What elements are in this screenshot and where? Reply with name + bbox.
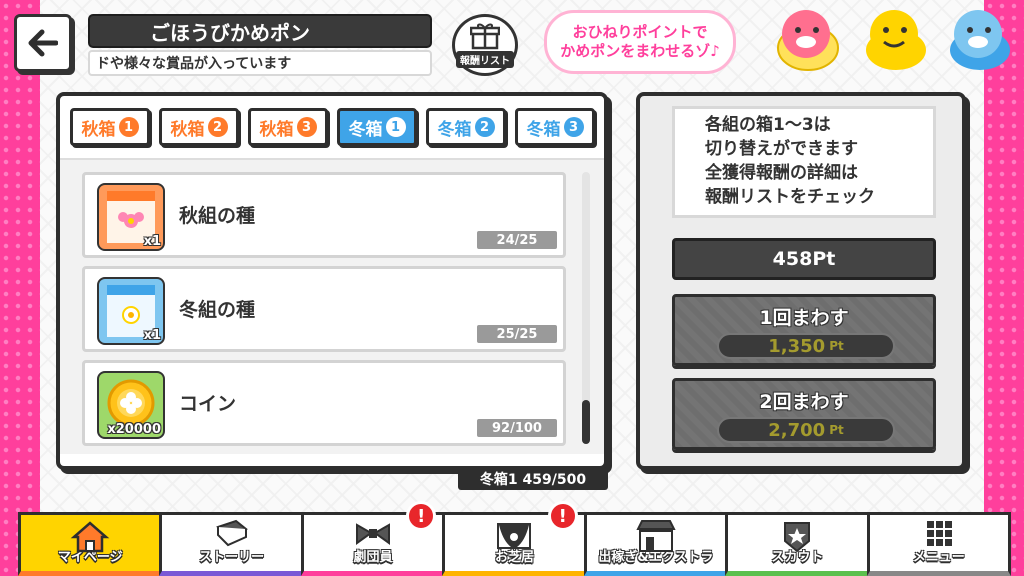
alert-badge: !	[406, 501, 437, 531]
info-box: 各組の箱1～3は 切り替えができます 全獲得報酬の詳細は 報酬リストをチェック	[672, 106, 936, 218]
scrollbar[interactable]	[582, 172, 590, 444]
nav-my-page[interactable]: マイページ	[18, 512, 163, 576]
tab-autumn-box-2[interactable]: 秋箱 2	[159, 108, 239, 146]
scrollbar-thumb[interactable]	[582, 400, 590, 444]
tab-number: 3	[296, 117, 317, 137]
arrow-left-icon	[28, 29, 58, 57]
tab-label: 冬箱	[348, 119, 383, 140]
spin-label: 1回まわす	[759, 307, 849, 329]
reward-box-panel: 秋箱 1 秋箱 2 秋箱 3 冬箱 1 冬箱 2 冬箱 3 x1 秋組の種 24/25	[56, 92, 608, 470]
page-subtitle: ドや様々な賞品が入っています	[88, 50, 432, 76]
tab-winter-box-1[interactable]: 冬箱 1	[337, 108, 417, 146]
theater-icon	[497, 523, 532, 549]
tab-number: 3	[563, 117, 584, 137]
info-line-3: 全獲得報酬の詳細は	[705, 163, 858, 183]
info-line-2: 切り替えができます	[705, 139, 858, 160]
nav-story[interactable]: ストーリー	[159, 512, 304, 576]
tab-label: 冬箱	[437, 119, 472, 140]
info-line-4: 報酬リストをチェック	[705, 186, 875, 207]
blue-turtle-mascot-icon	[950, 10, 1010, 70]
cost-value: 1,350	[768, 335, 826, 357]
tab-number: 2	[207, 117, 228, 137]
cost-unit: Pt	[829, 423, 844, 437]
nav-work-extra[interactable]: 出稼ぎ&エクストラ	[583, 512, 729, 576]
book-icon	[215, 519, 248, 547]
home-icon	[70, 521, 110, 553]
item-count: 92/100	[477, 419, 557, 437]
tab-number: 1	[385, 117, 406, 137]
list-item: x20000 コイン 92/100	[82, 360, 566, 446]
reward-list[interactable]: x1 秋組の種 24/25 x1 冬組の種 25/25 x20000 コイン 9…	[60, 158, 604, 454]
cosmos-seed-icon: x1	[97, 183, 165, 251]
tab-autumn-box-3[interactable]: 秋箱 3	[248, 108, 328, 146]
box-total-count: 冬箱1 459/500	[458, 468, 608, 490]
narcissus-seed-icon: x1	[97, 277, 165, 345]
gift-icon	[470, 23, 500, 50]
spin-cost: 2,700 Pt	[717, 417, 895, 443]
alert-badge: !	[547, 501, 578, 531]
points-balance: 458Pt	[672, 238, 936, 280]
tab-number: 2	[474, 117, 495, 137]
tab-winter-box-2[interactable]: 冬箱 2	[426, 108, 506, 146]
nav-menu[interactable]: メニュー	[866, 512, 1011, 576]
pink-turtle-mascot-icon	[777, 10, 839, 71]
tab-number: 1	[118, 117, 139, 137]
back-button[interactable]	[14, 14, 72, 72]
cost-value: 2,700	[768, 419, 826, 441]
speech-bubble: おひねりポイントで かめポンをまわせるゾ♪	[544, 10, 736, 74]
spin-panel: 各組の箱1～3は 切り替えができます 全獲得報酬の詳細は 報酬リストをチェック …	[636, 92, 966, 470]
info-line-1: 各組の箱1～3は	[705, 115, 831, 136]
tab-label: 冬箱	[526, 119, 561, 140]
coin-icon: x20000	[97, 371, 165, 439]
item-name: 秋組の種	[179, 205, 256, 227]
speech-line-1: おひねりポイントで	[572, 23, 708, 42]
cost-unit: Pt	[829, 339, 844, 353]
spin-twice-button[interactable]: 2回まわす 2,700 Pt	[672, 378, 936, 450]
reward-list-label: 報酬リスト	[456, 51, 514, 68]
spin-once-button[interactable]: 1回まわす 1,350 Pt	[672, 294, 936, 366]
bottom-nav: マイページ ストーリー 劇団員 ! お芝居 ! 出稼ぎ&エクストラ スカウト メ…	[18, 501, 1011, 576]
shop-icon	[636, 520, 676, 552]
tab-label: 秋箱	[170, 119, 205, 140]
tab-label: 秋箱	[81, 119, 116, 140]
nav-play[interactable]: お芝居 !	[442, 501, 587, 576]
item-quantity: x20000	[107, 422, 161, 437]
list-item: x1 冬組の種 25/25	[82, 266, 566, 352]
item-quantity: x1	[143, 328, 161, 343]
spin-cost: 1,350 Pt	[717, 333, 895, 359]
tab-label: 秋箱	[259, 119, 294, 140]
badge-icon	[784, 522, 811, 553]
reward-list-button[interactable]: 報酬リスト	[452, 14, 518, 76]
nav-scout[interactable]: スカウト	[725, 512, 870, 576]
item-count: 25/25	[477, 325, 557, 343]
page-title: ごほうびかめポン	[88, 14, 432, 48]
speech-line-2: かめポンをまわせるゾ♪	[560, 42, 720, 60]
list-item: x1 秋組の種 24/25	[82, 172, 566, 258]
tab-winter-box-3[interactable]: 冬箱 3	[515, 108, 595, 146]
nav-troupe[interactable]: 劇団員 !	[300, 501, 446, 576]
tab-autumn-box-1[interactable]: 秋箱 1	[70, 108, 150, 146]
item-name: 冬組の種	[179, 299, 256, 321]
item-count: 24/25	[477, 231, 557, 249]
item-name: コイン	[179, 393, 237, 415]
item-quantity: x1	[143, 234, 161, 249]
yellow-turtle-mascot-icon	[866, 10, 926, 70]
grid-menu-icon	[926, 521, 952, 546]
bowtie-icon	[356, 523, 391, 545]
spin-label: 2回まわす	[759, 391, 849, 413]
